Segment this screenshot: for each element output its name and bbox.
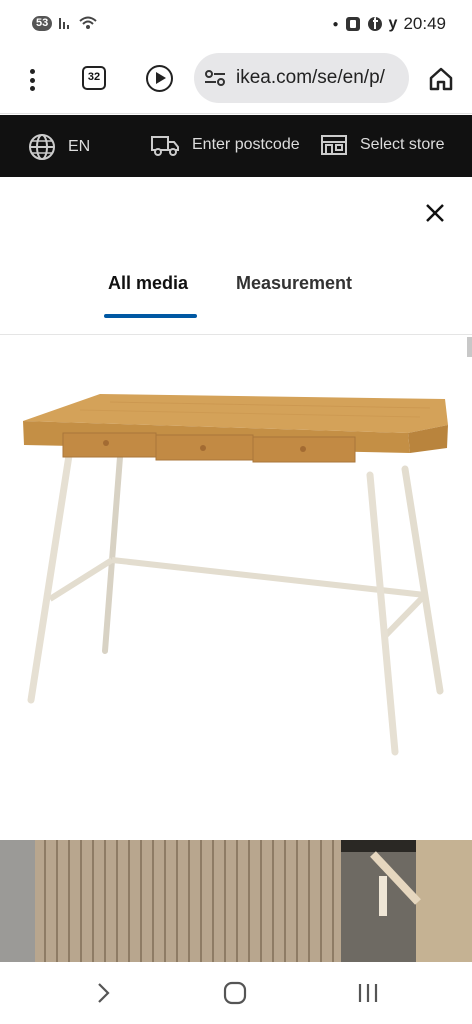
tab-measurement[interactable]: Measurement	[236, 273, 352, 314]
url-text: ikea.com/se/en/p/	[236, 67, 385, 88]
tab-count: 32	[87, 71, 101, 83]
notification-count-badge: 53	[32, 15, 53, 31]
system-nav-bar	[0, 962, 472, 1024]
ikea-header: EN Enter postcode Select store	[0, 115, 472, 177]
recents-icon[interactable]	[355, 980, 381, 1006]
globe-icon	[29, 134, 55, 160]
store-button[interactable]: Select store	[320, 133, 444, 157]
facebook-icon	[367, 17, 382, 31]
close-icon[interactable]	[424, 202, 446, 224]
signal-icon	[59, 18, 70, 29]
app-notification-icon	[345, 17, 360, 31]
dot-icon: ●	[332, 18, 339, 30]
site-settings-icon[interactable]	[204, 68, 226, 88]
status-left: 53	[32, 15, 98, 31]
postcode-label: Enter postcode	[192, 136, 300, 153]
menu-dots-icon[interactable]	[22, 66, 42, 94]
truck-icon	[151, 136, 179, 156]
y-app-icon: y	[388, 15, 398, 32]
tab-all-media[interactable]: All media	[108, 273, 188, 314]
home-circle-icon[interactable]	[222, 980, 248, 1006]
tabs-button[interactable]: 32	[82, 66, 106, 90]
language-label: EN	[68, 138, 91, 155]
active-tab-indicator	[104, 314, 197, 318]
browser-toolbar: 32 ikea.com/se/en/p/	[0, 50, 472, 114]
media-thumbnails[interactable]	[0, 840, 472, 962]
postcode-button[interactable]: Enter postcode	[150, 133, 300, 157]
media-tabs: All media Measurement	[0, 273, 472, 335]
media-sheet: All media Measurement	[0, 177, 472, 962]
product-image[interactable]	[0, 377, 472, 797]
play-icon[interactable]	[146, 65, 173, 92]
wifi-icon	[79, 16, 97, 29]
address-bar[interactable]: ikea.com/se/en/p/	[194, 53, 409, 103]
status-bar: 53 ● y 20:49	[0, 0, 472, 50]
scrollbar-thumb[interactable]	[467, 337, 472, 357]
status-right: ● y 20:49	[333, 14, 447, 34]
store-icon	[321, 135, 347, 155]
store-label: Select store	[360, 136, 445, 153]
back-icon[interactable]	[90, 980, 116, 1006]
home-icon[interactable]	[428, 66, 454, 92]
language-selector[interactable]: EN	[28, 133, 90, 161]
clock: 20:49	[403, 14, 446, 33]
